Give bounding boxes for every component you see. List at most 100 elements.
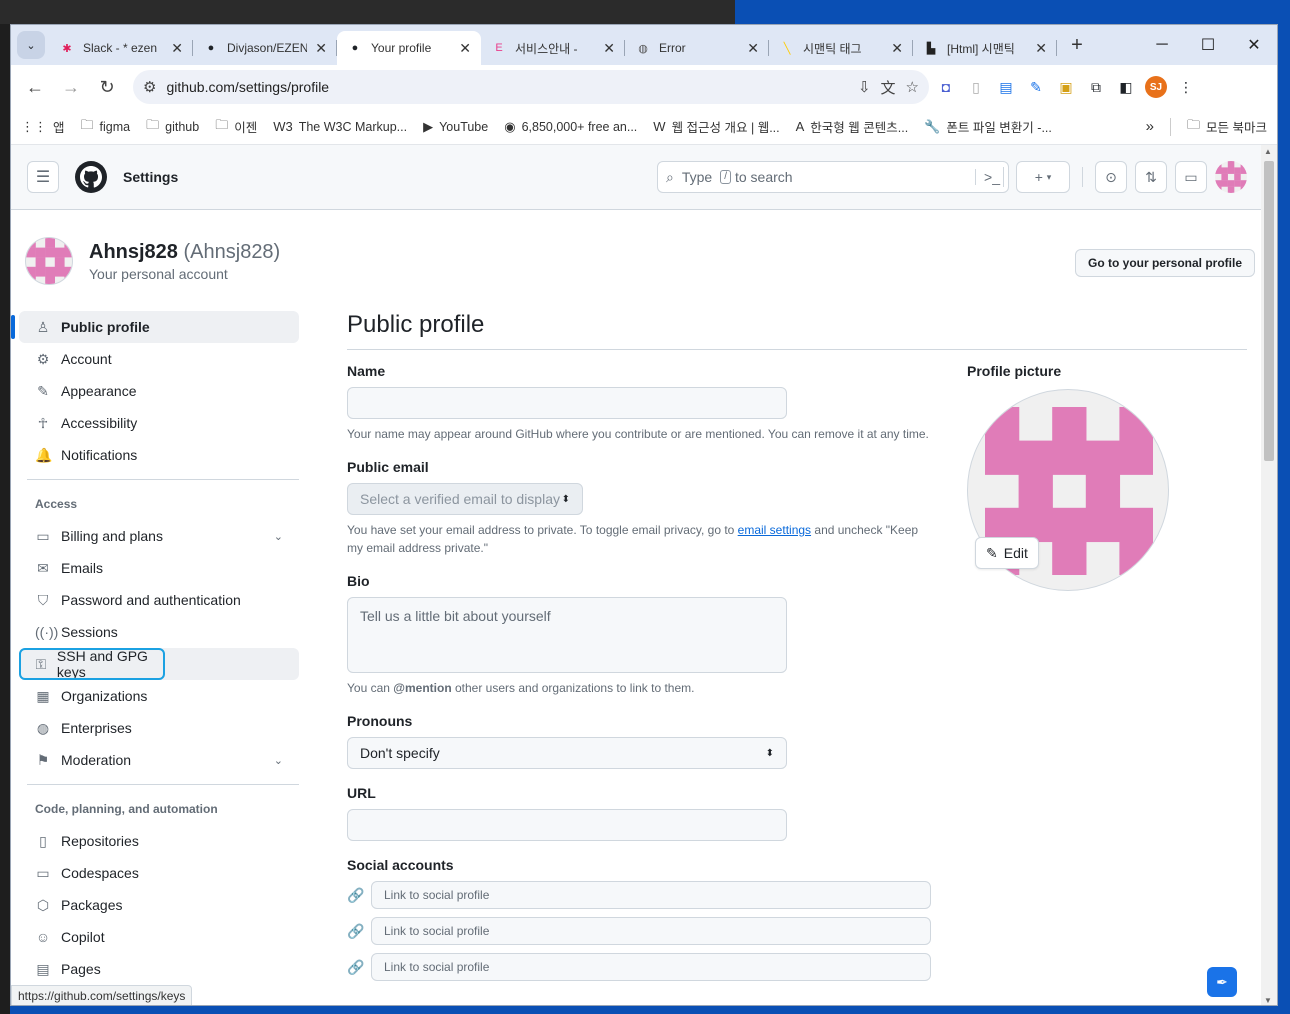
maximize-button[interactable]: ☐ [1185,25,1231,65]
github-logo-icon[interactable] [75,161,107,193]
user-header: Ahnsj828 (Ahnsj828) Your personal accoun… [25,237,280,285]
puzzle-icon[interactable]: ⧉ [1083,74,1109,100]
forward-button[interactable]: → [55,71,87,103]
side-panel-icon[interactable]: ◧ [1113,74,1139,100]
edit-picture-button[interactable]: ✎ Edit [975,537,1039,569]
bookmark-item[interactable]: 🗀 github [146,116,199,138]
search-input[interactable]: ⌕ Type / to search >_ [657,161,1009,193]
site-info-icon[interactable]: ⚙ [143,78,156,96]
pen-extension-icon[interactable]: ✎ [1023,74,1049,100]
chevron-down-icon[interactable]: ⌄ [274,754,283,767]
docs-extension-icon[interactable]: ▤ [993,74,1019,100]
extension-icon[interactable]: ◘ [933,74,959,100]
bookmark-item[interactable]: 🔧 폰트 파일 변환기 -... [924,117,1052,136]
browser-tab[interactable]: E 서비스안내 - ✕ [481,31,625,65]
pull-requests-button[interactable]: ⇅ [1135,161,1167,193]
sidebar-item-account[interactable]: ⚙ Account [19,343,299,375]
chevron-down-icon[interactable]: ⌄ [274,530,283,543]
public-email-select[interactable]: Select a verified email to display ⬍ [347,483,583,515]
bookmark-item[interactable]: A 한국형 웹 콘텐츠... [796,117,909,136]
reload-button[interactable]: ↻ [91,71,123,103]
bookmark-item[interactable]: ⋮⋮ 앱 [21,117,65,136]
pen-floating-button[interactable]: ✒ [1207,967,1237,997]
close-icon[interactable]: ✕ [315,40,327,57]
url-field[interactable] [347,809,787,841]
all-bookmarks-button[interactable]: 🗀 모든 북마크 [1187,116,1267,138]
social-link-field[interactable]: Link to social profile [371,881,931,909]
browser-tab[interactable]: ● Divjason/EZEN ✕ [193,31,337,65]
email-settings-link[interactable]: email settings [738,523,811,537]
browser-tab[interactable]: ▙ [Html] 시맨틱 ✕ [913,31,1057,65]
social-link-field[interactable]: Link to social profile [371,953,931,981]
bookmark-label: github [165,119,200,134]
sidebar-item-ssh-and-gpg-keys[interactable]: ⚿ SSH and GPG keys [19,648,165,680]
star-icon[interactable]: ☆ [906,78,919,96]
scrollbar-thumb[interactable] [1264,161,1274,461]
install-app-icon[interactable]: ⇩ [858,78,871,96]
browser-tab[interactable]: ● Your profile ✕ [337,31,481,65]
sidebar-item-password-and-authentication[interactable]: ⛉ Password and authentication [19,584,299,616]
new-tab-button[interactable]: + [1063,31,1091,59]
sidebar-item-organizations[interactable]: ▦ Organizations [19,680,299,712]
close-icon[interactable]: ✕ [1035,40,1047,57]
bookmark-item[interactable]: ◉ 6,850,000+ free an... [504,119,637,135]
create-new-button[interactable]: + ▾ [1016,161,1070,193]
sidebar-item-sessions[interactable]: ((·)) Sessions [19,616,299,648]
name-field[interactable] [347,387,787,419]
sidebar-item-packages[interactable]: ⬡ Packages [19,889,299,921]
bookmark-item[interactable]: W 웹 접근성 개요 | 웹... [653,117,779,136]
pronouns-select[interactable]: Don't specify ⬍ [347,737,787,769]
translate-icon[interactable]: 文 [881,77,896,98]
minimize-button[interactable]: ─ [1139,25,1185,65]
sidebar-item-enterprises[interactable]: ◍ Enterprises [19,712,299,744]
profile-button[interactable]: SJ [1143,74,1169,100]
command-palette-icon[interactable]: >_ [975,169,1000,185]
social-link-field[interactable]: Link to social profile [371,917,931,945]
bookmarks-overflow-button[interactable]: » [1146,118,1154,135]
sidebar-item-moderation[interactable]: ⚑ Moderation ⌄ [19,744,299,776]
go-to-profile-button[interactable]: Go to your personal profile [1074,249,1255,277]
page-scrollbar[interactable]: ▲ ▼ [1261,145,1277,1005]
close-icon[interactable]: ✕ [603,40,615,57]
sidebar-item-accessibility[interactable]: ☥ Accessibility [19,407,299,439]
inbox-button[interactable]: ▭ [1175,161,1207,193]
image-extension-icon[interactable]: ▣ [1053,74,1079,100]
scroll-up-icon[interactable]: ▲ [1264,147,1272,156]
sidebar-item-billing-and-plans[interactable]: ▭ Billing and plans ⌄ [19,520,299,552]
close-icon[interactable]: ✕ [891,40,903,57]
issues-button[interactable]: ⊙ [1095,161,1127,193]
phone-extension-icon[interactable]: ▯ [963,74,989,100]
bio-textarea[interactable]: Tell us a little bit about yourself [347,597,787,673]
user-avatar-button[interactable] [1215,161,1247,193]
back-button[interactable]: ← [19,71,51,103]
tab-search-button[interactable]: ⌄ [17,31,45,59]
slack-icon: ✱ [62,42,72,55]
sidebar-item-public-profile[interactable]: ♙ Public profile [11,311,299,343]
sidebar-item-notifications[interactable]: 🔔 Notifications [19,439,299,471]
menu-button[interactable]: ☰ [27,161,59,193]
sidebar-item-emails[interactable]: ✉ Emails [19,552,299,584]
bookmark-item[interactable]: 🗀 figma [81,116,131,138]
bookmark-item[interactable]: W3 The W3C Markup... [273,119,407,134]
close-icon[interactable]: ✕ [171,40,183,57]
bookmark-item[interactable]: ▶ YouTube [423,119,488,135]
browser-tab[interactable]: ◍ Error ✕ [625,31,769,65]
sidebar-item-appearance[interactable]: ✎ Appearance [19,375,299,407]
sidebar-item-pages[interactable]: ▤ Pages [19,953,299,985]
browser-tab[interactable]: ╲ 시맨틱 태그 ✕ [769,31,913,65]
kebab-menu-icon[interactable]: ⋮ [1173,74,1199,100]
account-type-label: Your personal account [89,265,228,282]
bookmark-item[interactable]: 🗀 이젠 [215,116,257,138]
address-bar[interactable]: ⚙ github.com/settings/profile ⇩ 文 ☆ [133,70,929,104]
sidebar-item-copilot[interactable]: ☺ Copilot [19,921,299,953]
close-icon[interactable]: ✕ [747,40,759,57]
sidebar-item-codespaces[interactable]: ▭ Codespaces [19,857,299,889]
browser-tab[interactable]: ✱ Slack - * ezen ✕ [49,31,193,65]
close-window-button[interactable]: ✕ [1231,25,1277,65]
scroll-down-icon[interactable]: ▼ [1264,996,1272,1005]
context-title[interactable]: Settings [123,169,178,185]
close-icon[interactable]: ✕ [459,40,471,57]
user-name: Ahnsj828 (Ahnsj828) [89,241,280,264]
url-text[interactable]: github.com/settings/profile [166,79,848,95]
sidebar-item-repositories[interactable]: ▯ Repositories [19,825,299,857]
